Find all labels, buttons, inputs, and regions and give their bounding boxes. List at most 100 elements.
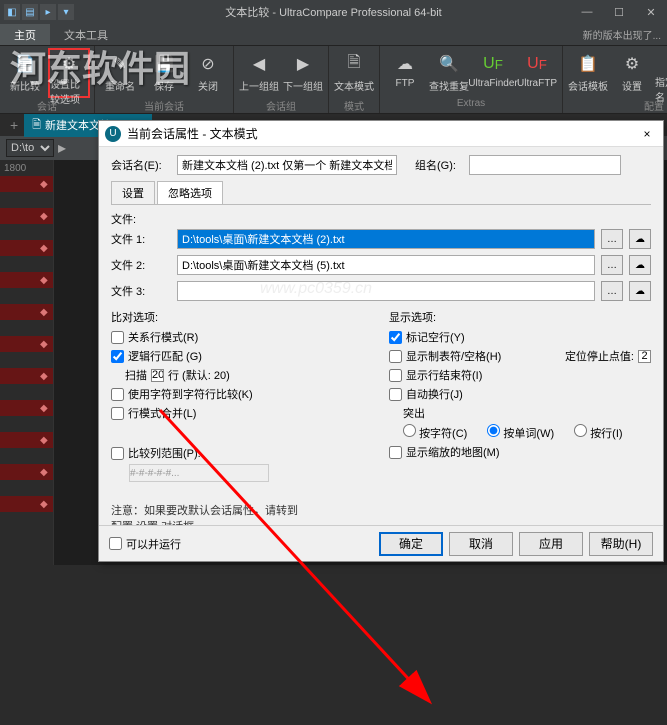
text-mode-icon: 🗎: [342, 52, 366, 76]
tab-ignore-options[interactable]: 忽略选项: [157, 181, 223, 204]
group-label: 当前会话: [99, 98, 229, 112]
gutter-line: [0, 384, 53, 400]
close-session-button[interactable]: ⊘关闭: [187, 48, 229, 98]
path-expand-icon[interactable]: ▸: [58, 138, 66, 158]
set-compare-options-button[interactable]: ⚙设置比较选项: [48, 48, 90, 98]
add-tab-button[interactable]: +: [4, 117, 24, 133]
session-properties-dialog: U 当前会话属性 - 文本模式 × 会话名(E): 组名(G): 设置 忽略选项…: [98, 120, 664, 562]
uftp-icon: UF: [525, 52, 549, 76]
group-name-input[interactable]: [469, 155, 621, 175]
logic-match-checkbox[interactable]: [111, 350, 124, 363]
tab-home[interactable]: 主页: [0, 24, 50, 45]
save-icon: 💾: [152, 52, 176, 76]
qat-icon[interactable]: ◧: [4, 4, 20, 20]
display-options-label: 显示选项:: [389, 309, 651, 325]
session-name-label: 会话名(E):: [111, 157, 171, 173]
file1-cloud-button[interactable]: ☁: [629, 229, 651, 249]
gutter-line: ◆: [0, 368, 53, 384]
auto-wrap-checkbox[interactable]: [389, 388, 402, 401]
options-icon: ⚙: [57, 54, 81, 74]
ext-mgr-button[interactable]: 🔌指定扩展名: [655, 48, 667, 98]
gutter-line: [0, 256, 53, 272]
ok-button[interactable]: 确定: [379, 532, 443, 556]
session-name-input[interactable]: [177, 155, 397, 175]
group-label: 模式: [333, 98, 375, 112]
dialog-close-button[interactable]: ×: [637, 127, 657, 141]
group-label: Extras: [384, 98, 558, 112]
prev-group-button[interactable]: ◀上一组组: [238, 48, 280, 98]
ftp-button[interactable]: ☁FTP: [384, 48, 426, 98]
file3-cloud-button[interactable]: ☁: [629, 281, 651, 301]
tab-tools[interactable]: 文本工具: [50, 24, 122, 45]
gutter-line: [0, 416, 53, 432]
gutter-line: [0, 224, 53, 240]
file2-input[interactable]: [177, 255, 595, 275]
gutter-line: [0, 320, 53, 336]
gutter-line: ◆: [0, 208, 53, 224]
gutter-line: ◆: [0, 464, 53, 480]
file1-browse-button[interactable]: …: [601, 229, 623, 249]
path-dropdown[interactable]: D:\to: [6, 139, 54, 157]
gutter-line: [0, 448, 53, 464]
by-char-radio[interactable]: [403, 424, 416, 437]
session-template-button[interactable]: 📋会话模板: [567, 48, 609, 98]
cancel-button[interactable]: 取消: [449, 532, 513, 556]
show-tabs-checkbox[interactable]: [389, 350, 402, 363]
file2-cloud-button[interactable]: ☁: [629, 255, 651, 275]
line-merge-checkbox[interactable]: [111, 407, 124, 420]
uf-icon: UF: [481, 52, 505, 76]
group-label: 会话: [4, 98, 90, 112]
tab-stop-input[interactable]: [638, 350, 651, 363]
settings-button[interactable]: ⚙设置: [611, 48, 653, 98]
qat-icon[interactable]: ▾: [58, 4, 74, 20]
file3-label: 文件 3:: [111, 283, 171, 299]
apply-button[interactable]: 应用: [519, 532, 583, 556]
qat-icon[interactable]: ▸: [40, 4, 56, 20]
by-word-radio[interactable]: [487, 424, 500, 437]
rel-mode-checkbox[interactable]: [111, 331, 124, 344]
maximize-button[interactable]: ☐: [607, 6, 631, 19]
gutter-line: ◆: [0, 336, 53, 352]
gutter-line: ◆: [0, 240, 53, 256]
dup-icon: 🔍: [437, 52, 461, 76]
gutter-line: ◆: [0, 400, 53, 416]
file3-browse-button[interactable]: …: [601, 281, 623, 301]
file1-input[interactable]: [177, 229, 595, 249]
char-compare-checkbox[interactable]: [111, 388, 124, 401]
qat-icon[interactable]: ▤: [22, 4, 38, 20]
ftp-icon: ☁: [393, 52, 417, 76]
mark-blank-checkbox[interactable]: [389, 331, 402, 344]
show-minimap-checkbox[interactable]: [389, 446, 402, 459]
gear-icon: ⚙: [620, 52, 644, 76]
new-icon: 📄: [13, 52, 37, 76]
next-group-button[interactable]: ▶下一组组: [282, 48, 324, 98]
new-compare-button[interactable]: 📄新比较: [4, 48, 46, 98]
text-mode-button[interactable]: 🗎文本模式: [333, 48, 375, 98]
ultrafinder-button[interactable]: UFUltraFinder: [472, 48, 514, 98]
show-line-end-checkbox[interactable]: [389, 369, 402, 382]
by-line-radio[interactable]: [574, 424, 587, 437]
find-dup-button[interactable]: 🔍查找重复: [428, 48, 470, 98]
ultraftp-button[interactable]: UFUltraFTP: [516, 48, 558, 98]
compare-options-label: 比对选项:: [111, 309, 373, 325]
tab-settings[interactable]: 设置: [111, 181, 155, 204]
scan-lines-input[interactable]: [151, 369, 164, 382]
gutter-line: ◆: [0, 272, 53, 288]
save-button[interactable]: 💾保存: [143, 48, 185, 98]
help-button[interactable]: 帮助(H): [589, 532, 653, 556]
template-icon: 📋: [576, 52, 600, 76]
rename-button[interactable]: ✎重命名: [99, 48, 141, 98]
column-range-checkbox[interactable]: [111, 447, 124, 460]
run-parallel-checkbox[interactable]: [109, 537, 122, 550]
gutter-line: [0, 288, 53, 304]
gutter-line: ◆: [0, 304, 53, 320]
file2-browse-button[interactable]: …: [601, 255, 623, 275]
gutter-line: ◆: [0, 176, 53, 192]
file3-input[interactable]: [177, 281, 595, 301]
update-notice[interactable]: 新的版本出现了...: [577, 24, 667, 45]
minimize-button[interactable]: —: [575, 6, 599, 19]
prev-icon: ◀: [247, 52, 271, 76]
tab-stop-label: 定位停止点值:: [565, 348, 634, 364]
doc-icon: 🗎: [32, 116, 41, 135]
close-button[interactable]: ✕: [639, 6, 663, 19]
